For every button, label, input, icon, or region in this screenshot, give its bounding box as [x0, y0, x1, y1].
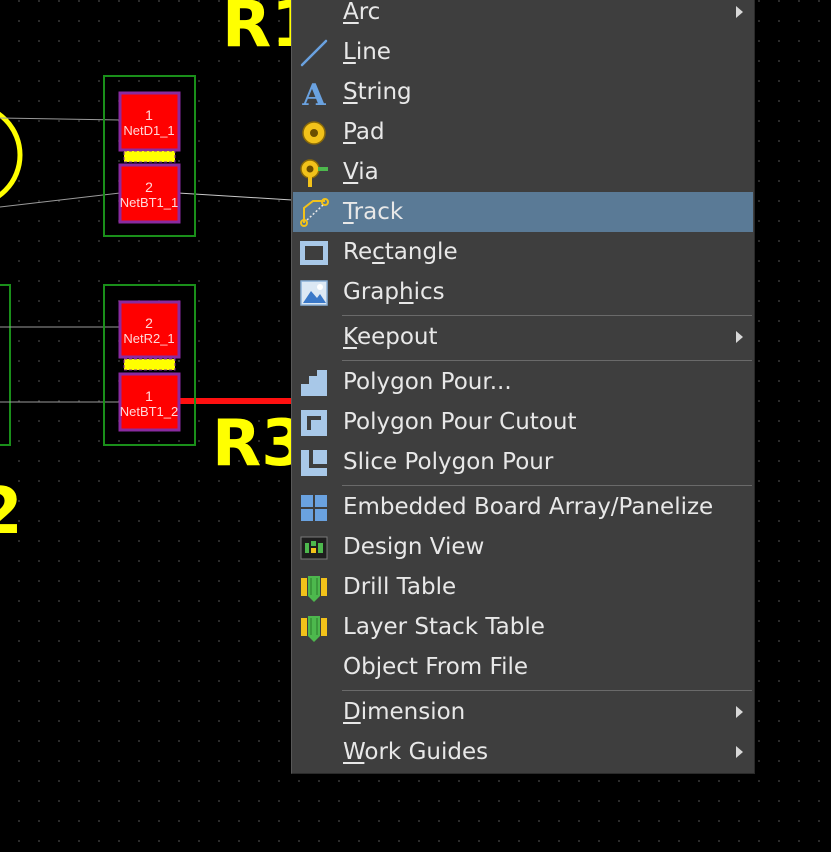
menu-item-label: Track: [343, 199, 404, 225]
menu-item-dimension[interactable]: Dimension: [293, 692, 753, 732]
via-icon: [299, 158, 329, 188]
menu-item-label: Object From File: [343, 654, 528, 680]
menu-item-work-guides[interactable]: Work Guides: [293, 732, 753, 772]
menu-item-label: Polygon Pour Cutout: [343, 409, 577, 435]
menu-item-string[interactable]: A String: [293, 72, 753, 112]
embedded-board-array-icon: [299, 493, 329, 523]
menu-separator: [342, 360, 752, 361]
track-icon: [299, 198, 329, 228]
menu-item-pad[interactable]: Pad: [293, 112, 753, 152]
menu-item-design-view[interactable]: Design View: [293, 527, 753, 567]
menu-item-label: Drill Table: [343, 574, 457, 600]
menu-item-label: Layer Stack Table: [343, 614, 545, 640]
graphics-icon: [299, 278, 329, 308]
line-icon: [299, 38, 329, 68]
menu-item-label: Slice Polygon Pour: [343, 449, 554, 475]
layer-stack-table-icon: [299, 613, 329, 643]
menu-item-label: Dimension: [343, 699, 466, 725]
polygon-pour-cutout-icon: [299, 408, 329, 438]
menu-item-label: Line: [343, 39, 391, 65]
menu-item-track[interactable]: Track: [293, 192, 753, 232]
menu-item-rectangle[interactable]: Rectangle: [293, 232, 753, 272]
pad-number: 2: [145, 179, 153, 195]
menu-item-label: Rectangle: [343, 239, 458, 265]
menu-item-label: Graphics: [343, 279, 445, 305]
menu-item-polygon-pour-cutout[interactable]: Polygon Pour Cutout: [293, 402, 753, 442]
menu-item-label: Pad: [343, 119, 385, 145]
ratsnest-line: [0, 117, 121, 121]
menu-item-keepout[interactable]: Keepout: [293, 317, 753, 357]
menu-item-arc[interactable]: Arc: [293, 0, 753, 32]
menu-item-label: Keepout: [343, 324, 438, 350]
drill-table-icon: [299, 573, 329, 603]
menu-item-label: Embedded Board Array/Panelize: [343, 494, 714, 520]
menu-separator: [342, 690, 752, 691]
component-lower[interactable]: 2 NetR2_1 1 NetBT1_2: [103, 284, 196, 446]
menu-item-label: Work Guides: [343, 739, 489, 765]
polygon-pour-icon: [299, 368, 329, 398]
pad-icon: [299, 118, 329, 148]
pad-number: 1: [145, 388, 153, 404]
rectangle-icon: [299, 238, 329, 268]
silkscreen-band: [124, 151, 175, 162]
designator-left: 2: [0, 475, 23, 549]
menu-separator: [342, 485, 752, 486]
menu-item-slice-polygon-pour[interactable]: Slice Polygon Pour: [293, 442, 753, 482]
menu-item-label: Polygon Pour...: [343, 369, 512, 395]
submenu-arrow-icon: [736, 746, 743, 758]
submenu-arrow-icon: [736, 6, 743, 18]
pad-net-label: NetR2_1: [123, 331, 174, 346]
ratsnest-line: [0, 192, 121, 208]
menu-item-label: Arc: [343, 0, 381, 25]
component-courtyard-left: [0, 284, 11, 446]
menu-item-via[interactable]: Via: [293, 152, 753, 192]
submenu-arrow-icon: [736, 331, 743, 343]
menu-item-drill-table[interactable]: Drill Table: [293, 567, 753, 607]
component-upper[interactable]: 1 NetD1_1 2 NetBT1_1: [103, 75, 196, 237]
menu-item-line[interactable]: Line: [293, 32, 753, 72]
menu-item-object-from-file[interactable]: Object From File: [293, 647, 753, 687]
menu-item-polygon-pour[interactable]: Polygon Pour...: [293, 362, 753, 402]
menu-item-embedded-board-array[interactable]: Embedded Board Array/Panelize: [293, 487, 753, 527]
arc-icon: [299, 0, 329, 28]
pad-net-label: NetBT1_1: [120, 195, 179, 210]
menu-item-label: Via: [343, 159, 379, 185]
place-context-menu: Arc Line A String Pad Via Track Rectangl…: [291, 0, 755, 774]
pad-number: 1: [145, 107, 153, 123]
slice-polygon-pour-icon: [299, 448, 329, 478]
menu-separator: [342, 315, 752, 316]
svg-text:A: A: [301, 78, 326, 108]
pad-net-label: NetBT1_2: [120, 404, 179, 419]
menu-item-graphics[interactable]: Graphics: [293, 272, 753, 312]
pad-net-label: NetD1_1: [123, 123, 174, 138]
menu-item-layer-stack-table[interactable]: Layer Stack Table: [293, 607, 753, 647]
design-view-icon: [299, 533, 329, 563]
menu-item-label: String: [343, 79, 412, 105]
silkscreen-band: [124, 359, 175, 370]
component-outline-circle: [0, 111, 23, 199]
submenu-arrow-icon: [736, 706, 743, 718]
string-icon: A: [299, 78, 329, 108]
pad-number: 2: [145, 315, 153, 331]
menu-item-label: Design View: [343, 534, 485, 560]
